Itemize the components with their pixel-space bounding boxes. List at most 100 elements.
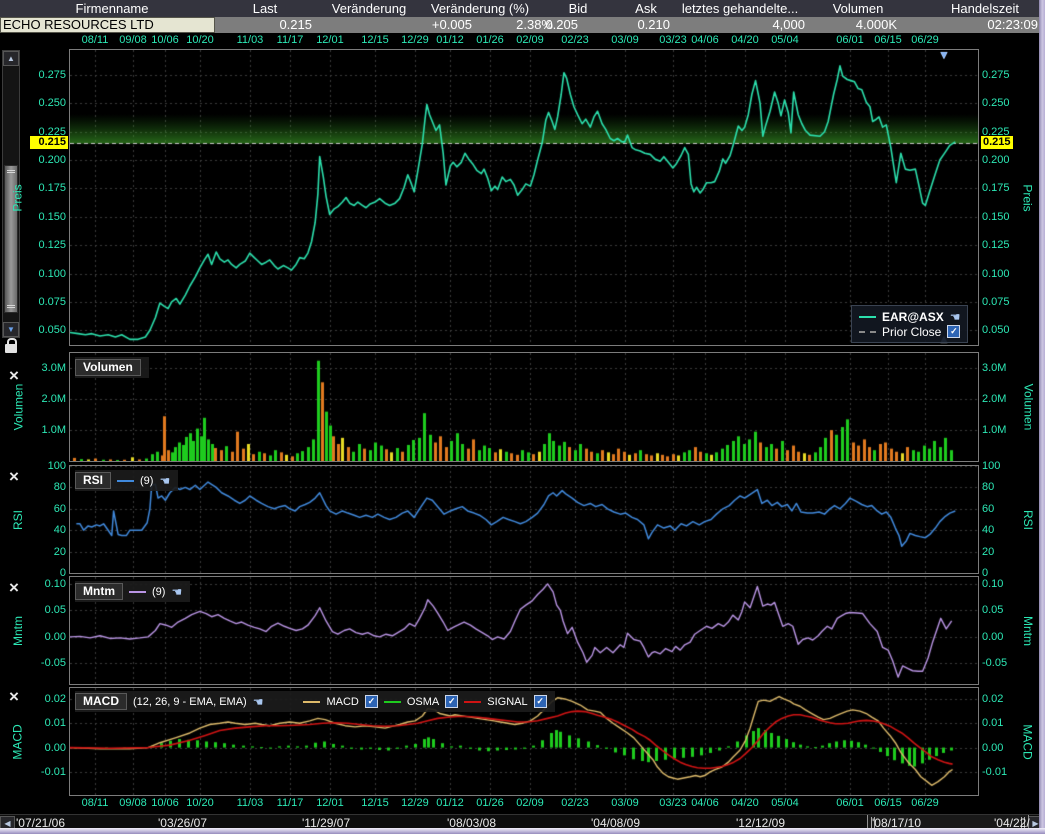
x-axis-label: 06/15 (874, 34, 902, 46)
mntm-ytick-left: 0.05 (28, 604, 66, 616)
col-label-handelszeit: Handelszeit (951, 1, 1019, 16)
mntm-panel-title[interactable]: Mntm (75, 583, 123, 600)
volume-chart-canvas[interactable] (70, 353, 978, 461)
col-label-veraenderung-pct: Veränderung (%) (431, 1, 529, 16)
macd-axis-title: MACD (1020, 688, 1036, 795)
hand-icon[interactable]: ☚ (159, 474, 170, 488)
mntm-axis-title: Mntm (10, 577, 26, 684)
hand-icon[interactable]: ☚ (171, 585, 182, 599)
ask-value: 0.210 (637, 17, 670, 32)
macd-line-label: MACD (326, 696, 358, 708)
trade-time-value: 02:23:09 (987, 17, 1038, 32)
price-ytick-right: 0.250 (982, 97, 1010, 109)
rsi-panel-title[interactable]: RSI (75, 472, 111, 489)
window-edge-bottom (0, 828, 1045, 834)
x-axis-label: 09/08 (119, 34, 147, 46)
osma-checkbox[interactable]: ✓ (445, 695, 458, 708)
last-value: 0.215 (279, 17, 312, 32)
price-ytick-left: 0.150 (28, 211, 66, 223)
x-axis-label: 09/08 (119, 797, 147, 809)
x-axis-label: 06/01 (836, 34, 864, 46)
price-ytick-right: 0.200 (982, 154, 1010, 166)
lock-icon[interactable] (5, 344, 17, 353)
x-axis-label: 12/29 (401, 797, 429, 809)
mntm-swatch (129, 591, 146, 593)
x-axis-label: 01/26 (476, 797, 504, 809)
x-axis-label: 11/03 (237, 34, 264, 46)
mntm-ytick-right: 0.05 (982, 604, 1003, 616)
x-axis-label: 05/04 (771, 797, 799, 809)
volume-ytick-left: 1.0M (28, 424, 66, 436)
mntm-chart-canvas[interactable] (70, 577, 978, 684)
macd-panel-title[interactable]: MACD (75, 693, 127, 710)
hand-icon[interactable]: ☚ (950, 310, 961, 324)
x-axis-label: 02/23 (561, 797, 589, 809)
x-axis-label: 10/06 (151, 797, 179, 809)
price-chart-canvas[interactable] (70, 50, 978, 345)
x-axis-label: 05/04 (771, 34, 799, 46)
signal-swatch (464, 701, 481, 703)
rsi-param: (9) (140, 475, 153, 487)
macd-ytick-right: -0.01 (982, 766, 1007, 778)
rsi-swatch (117, 480, 134, 482)
last-price-tag-right: 0.215 (981, 136, 1013, 149)
macd-line-checkbox[interactable]: ✓ (365, 695, 378, 708)
x-axis-label: 08/11 (82, 797, 109, 809)
rsi-ytick-left: 100 (28, 460, 66, 472)
price-ytick-left: 0.125 (28, 239, 66, 251)
rsi-ytick-right: 60 (982, 503, 994, 515)
hand-icon[interactable]: ☚ (253, 695, 264, 709)
price-series-label: EAR@ASX (882, 310, 944, 324)
price-legend: EAR@ASX ☚ Prior Close ✓ (851, 305, 968, 343)
x-axis-label: 03/09 (611, 34, 639, 46)
signal-checkbox[interactable]: ✓ (534, 695, 547, 708)
price-ytick-right: 0.050 (982, 324, 1010, 336)
mntm-ytick-left: -0.05 (28, 657, 66, 669)
price-ytick-left: 0.200 (28, 154, 66, 166)
quote-header-values: ECHO RESOURCES LTD 0.215 +0.005 2.38% 0.… (0, 17, 1045, 33)
prior-close-label: Prior Close (882, 325, 941, 339)
x-axis-top: 08/1109/0810/0610/2011/0311/1712/0112/15… (0, 33, 1045, 49)
volume-panel-title[interactable]: Volumen (75, 359, 141, 376)
x-axis-label: 01/26 (476, 34, 504, 46)
price-ytick-left: 0.175 (28, 182, 66, 194)
price-ytick-left: 0.275 (28, 69, 66, 81)
x-axis-label: 01/12 (436, 797, 464, 809)
mntm-ytick-right: 0.10 (982, 578, 1003, 590)
mntm-ytick-right: 0.00 (982, 631, 1003, 643)
x-axis-label: 10/06 (151, 34, 179, 46)
volume-ytick-right: 2.0M (982, 393, 1006, 405)
macd-line-swatch (303, 701, 320, 703)
x-axis-label: 03/09 (611, 797, 639, 809)
rsi-axis-title: RSI (1020, 466, 1036, 573)
volume-ytick-left: 2.0M (28, 393, 66, 405)
volume-axis-title: Volumen (1020, 353, 1036, 461)
rsi-panel-header: RSI (9) ☚ (75, 470, 178, 491)
price-ytick-right: 0.150 (982, 211, 1010, 223)
prior-close-checkbox[interactable]: ✓ (947, 325, 960, 338)
price-ytick-right: 0.100 (982, 268, 1010, 280)
x-axis-label: 01/12 (436, 34, 464, 46)
x-axis-bottom: 08/1109/0810/0610/2011/0311/1712/0112/15… (0, 796, 1045, 812)
rsi-ytick-right: 20 (982, 546, 994, 558)
bid-value: 0.205 (545, 17, 578, 32)
price-ytick-left: 0.075 (28, 296, 66, 308)
price-ytick-left: 0.100 (28, 268, 66, 280)
x-axis-label: 04/20 (731, 797, 759, 809)
mntm-ytick-left: 0.10 (28, 578, 66, 590)
rsi-ytick-left: 40 (28, 524, 66, 536)
x-axis-label: 02/09 (516, 797, 544, 809)
col-label-bid: Bid (569, 1, 588, 16)
price-ytick-right: 0.275 (982, 69, 1010, 81)
mntm-axis-title: Mntm (1020, 577, 1036, 684)
collapse-panel-handle-top[interactable]: ▼ (938, 48, 950, 62)
rsi-chart-canvas[interactable] (70, 466, 978, 573)
x-axis-label: 04/06 (691, 34, 719, 46)
macd-ytick-right: 0.00 (982, 742, 1003, 754)
symbol-input[interactable]: ECHO RESOURCES LTD (0, 17, 215, 33)
x-axis-label: 08/11 (82, 34, 109, 46)
volume-value: 4.000K (856, 17, 897, 32)
volume-ytick-left: 3.0M (28, 362, 66, 374)
x-axis-label: 06/15 (874, 797, 902, 809)
x-axis-label: 11/17 (277, 797, 304, 809)
